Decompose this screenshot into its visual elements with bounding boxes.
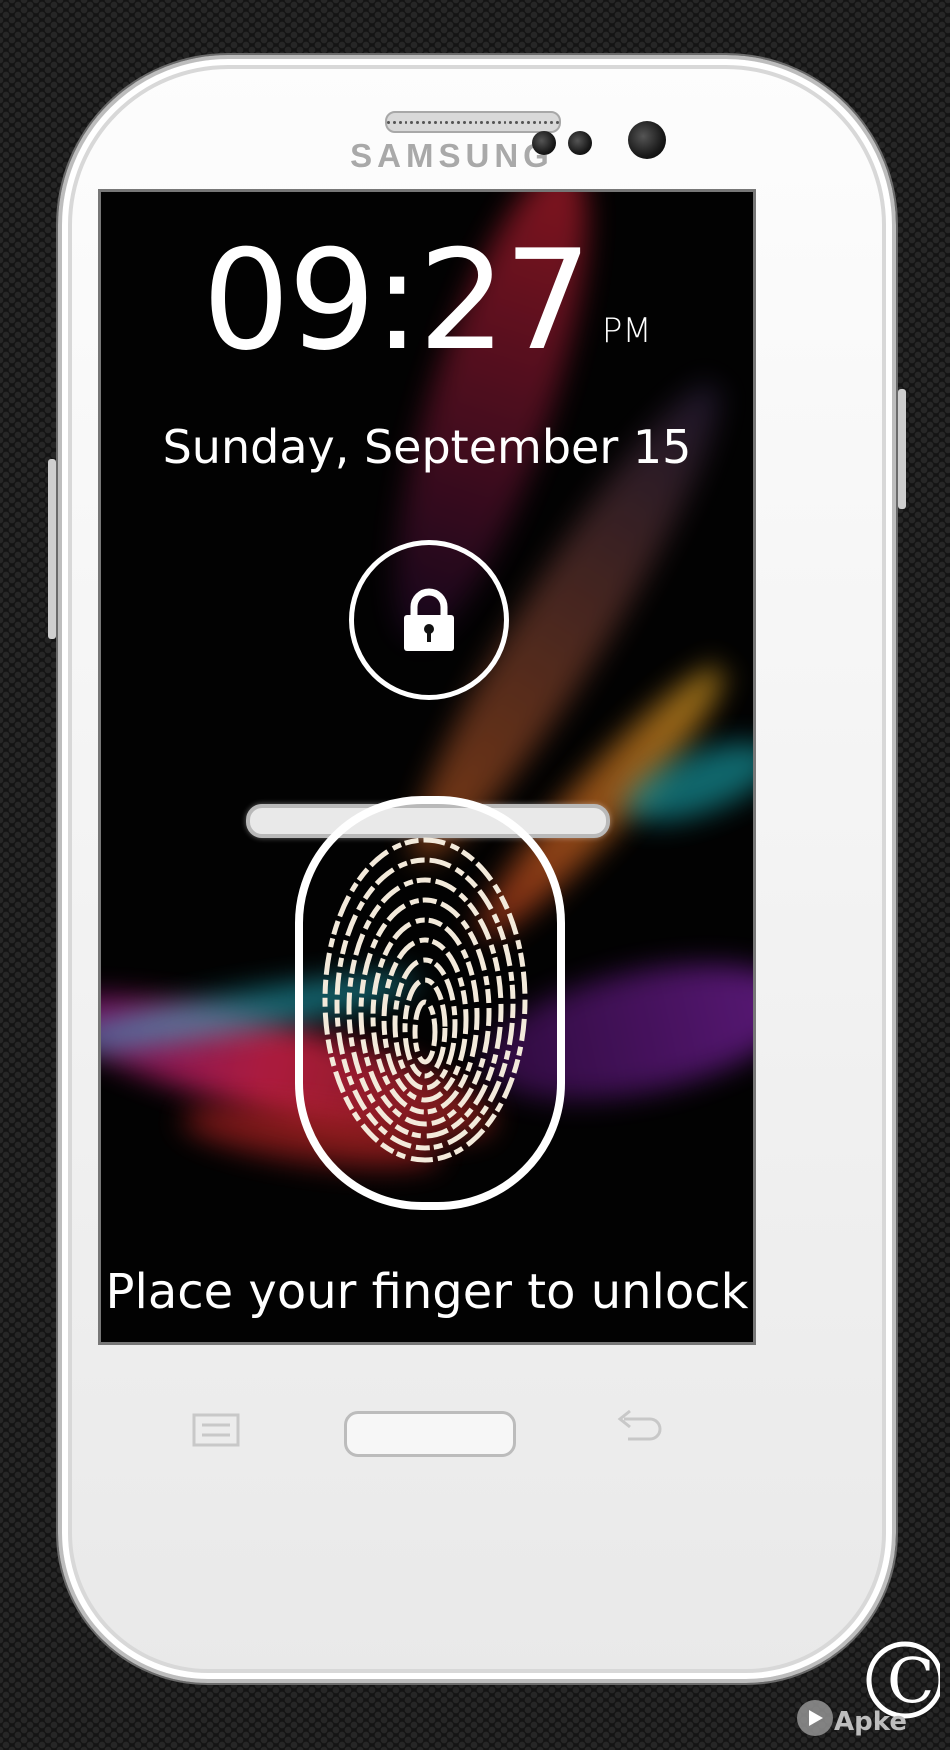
home-button[interactable] bbox=[344, 1411, 516, 1457]
back-icon[interactable] bbox=[614, 1409, 664, 1447]
power-button bbox=[898, 389, 906, 509]
padlock-icon bbox=[404, 588, 454, 651]
unlock-hint: Place your finger to unlock bbox=[105, 1264, 749, 1320]
volume-button bbox=[48, 459, 56, 639]
proximity-sensor bbox=[532, 131, 556, 155]
phone-frame: SAMSUNG 09:27 PM Sunday, September 15 Pl… bbox=[48, 55, 906, 1683]
clock: 09:27 PM bbox=[101, 232, 753, 370]
front-camera bbox=[628, 121, 666, 159]
date-label: Sunday, September 15 bbox=[162, 420, 692, 474]
watermark-logo: C Apke bbox=[797, 1641, 940, 1737]
fingerprint-icon bbox=[322, 837, 528, 1163]
earpiece-speaker bbox=[385, 111, 561, 133]
lock-button[interactable] bbox=[349, 540, 509, 700]
lock-screen[interactable]: 09:27 PM Sunday, September 15 Place your… bbox=[98, 189, 756, 1345]
svg-text:Apke: Apke bbox=[834, 1707, 907, 1737]
clock-time: 09:27 bbox=[202, 220, 592, 381]
clock-ampm: PM bbox=[601, 311, 652, 351]
menu-icon[interactable] bbox=[192, 1413, 240, 1447]
light-sensor bbox=[568, 131, 592, 155]
